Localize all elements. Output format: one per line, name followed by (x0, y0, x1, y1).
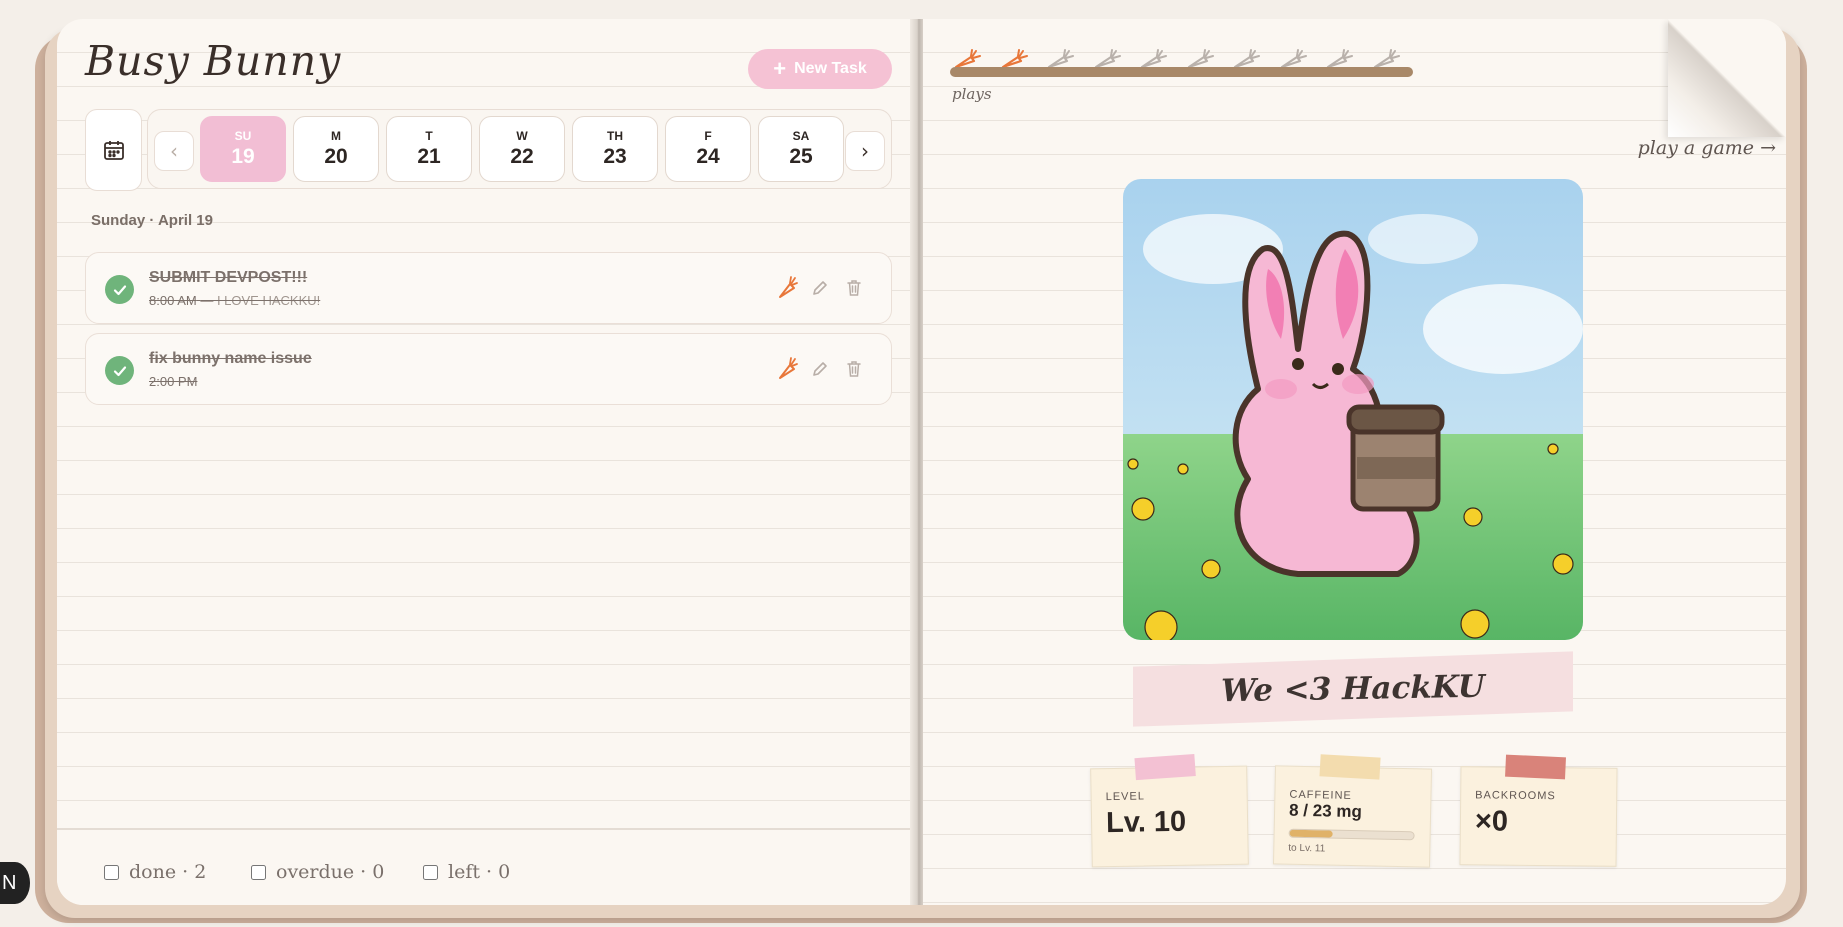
caffeine-next-level: to Lv. 11 (1288, 842, 1326, 855)
banner: We <3 HackKU (1133, 651, 1573, 727)
backrooms-label: BACKROOMS (1475, 789, 1556, 803)
trash-icon (847, 361, 861, 377)
checkmark-icon (113, 365, 126, 376)
day-saturday[interactable]: SA 25 (758, 116, 844, 182)
edit-task-button[interactable] (808, 275, 832, 301)
task-title: fix bunny name issue (149, 350, 312, 367)
plus-icon: + (773, 56, 787, 81)
day-number: 20 (324, 145, 348, 168)
day-of-week: SA (792, 129, 810, 143)
task-complete-toggle[interactable] (105, 275, 134, 304)
checkmark-icon (113, 284, 126, 295)
delete-task-button[interactable] (842, 275, 866, 301)
filter-left[interactable]: left · 0 (423, 861, 510, 883)
tape (1319, 754, 1381, 780)
filter-done[interactable]: done · 2 (104, 861, 206, 883)
filter-done-checkbox[interactable] (104, 864, 119, 880)
task-item[interactable]: SUBMIT DEVPOST!!! 8:00 AM — I LOVE HACKK… (85, 252, 892, 324)
page-curl[interactable] (1668, 19, 1786, 137)
day-sunday[interactable]: SU 19 (200, 116, 286, 182)
day-number: 21 (417, 145, 441, 168)
task-time: 8:00 AM (149, 293, 197, 308)
level-label: LEVEL (1105, 790, 1146, 804)
edit-task-button[interactable] (808, 356, 832, 382)
tape (1505, 754, 1566, 780)
task-complete-toggle[interactable] (105, 356, 134, 385)
filter-overdue-checkbox[interactable] (251, 864, 266, 880)
caffeine-progress-fill (1289, 829, 1334, 838)
filter-overdue-label: overdue · 0 (276, 861, 385, 883)
planner-page: Busy Bunny + New Task ‹ SU 19 M 20 T 21 (57, 19, 919, 905)
day-thursday[interactable]: TH 23 (572, 116, 658, 182)
day-wednesday[interactable]: W 22 (479, 116, 565, 182)
day-monday[interactable]: M 20 (293, 116, 379, 182)
carrot-reward-icon (775, 275, 799, 301)
day-number: 23 (603, 145, 627, 168)
new-task-label: New Task (794, 60, 867, 77)
trash-icon (847, 280, 861, 296)
prev-week-button[interactable]: ‹ (154, 131, 194, 171)
filter-left-label: left · 0 (448, 861, 511, 883)
level-card: LEVEL Lv. 10 (1090, 754, 1249, 868)
day-tuesday[interactable]: T 21 (386, 116, 472, 182)
corner-app-badge[interactable]: N (0, 862, 30, 904)
pencil-icon (813, 362, 827, 376)
day-number: 19 (231, 145, 255, 168)
carrot-shelf (950, 67, 1413, 77)
filter-left-checkbox[interactable] (423, 864, 438, 880)
task-item[interactable]: fix bunny name issue 2:00 PM (85, 333, 892, 405)
filter-done-label: done · 2 (129, 861, 207, 883)
app-title: Busy Bunny (85, 37, 342, 85)
caffeine-value: 8 / 23 mg (1288, 800, 1363, 822)
plays-label: plays (952, 85, 992, 103)
chevron-left-icon: ‹ (170, 139, 178, 163)
caffeine-progress-bar (1288, 828, 1415, 841)
day-of-week: W (516, 129, 528, 143)
task-note: — I LOVE HACKKU! (200, 293, 321, 308)
backrooms-value: ×0 (1474, 805, 1509, 838)
filter-overdue[interactable]: overdue · 0 (251, 861, 384, 883)
bunny-page: plays play a game → We <3 HackKU LEVEL L… (923, 19, 1786, 905)
task-meta: 8:00 AM — I LOVE HACKKU! (149, 293, 320, 308)
play-game-link[interactable]: play a game → (1638, 137, 1776, 159)
day-friday[interactable]: F 24 (665, 116, 751, 182)
task-title: SUBMIT DEVPOST!!! (149, 269, 308, 286)
chevron-right-icon: › (861, 139, 869, 163)
calendar-button[interactable] (85, 109, 142, 191)
banner-text: We <3 HackKU (1221, 668, 1485, 710)
day-number: 24 (696, 145, 720, 168)
week-strip: ‹ SU 19 M 20 T 21 W 22 TH 23 F 24 SA 25 (147, 109, 892, 189)
filter-bar: done · 2 overdue · 0 left · 0 (57, 828, 919, 905)
pencil-icon (813, 281, 827, 295)
task-meta: 2:00 PM (149, 374, 197, 389)
delete-task-button[interactable] (842, 356, 866, 382)
level-value: Lv. 10 (1105, 805, 1187, 840)
task-time: 2:00 PM (149, 374, 198, 389)
next-week-button[interactable]: › (845, 131, 885, 171)
day-of-week: F (704, 129, 712, 143)
calendar-icon (103, 141, 124, 160)
caffeine-card: CAFFEINE 8 / 23 mg to Lv. 11 (1272, 754, 1433, 868)
bunny-illustration (1123, 179, 1583, 640)
carrot-reward-icon (775, 356, 799, 382)
day-of-week: T (425, 129, 433, 143)
day-of-week: SU (234, 129, 252, 143)
day-number: 25 (789, 145, 813, 168)
tape (1134, 754, 1196, 781)
selected-date-heading: Sunday · April 19 (91, 212, 213, 229)
day-of-week: M (331, 129, 341, 143)
day-of-week: TH (607, 129, 623, 143)
new-task-button[interactable]: + New Task (748, 49, 892, 89)
day-number: 22 (510, 145, 534, 168)
backrooms-card: BACKROOMS ×0 (1459, 754, 1618, 867)
